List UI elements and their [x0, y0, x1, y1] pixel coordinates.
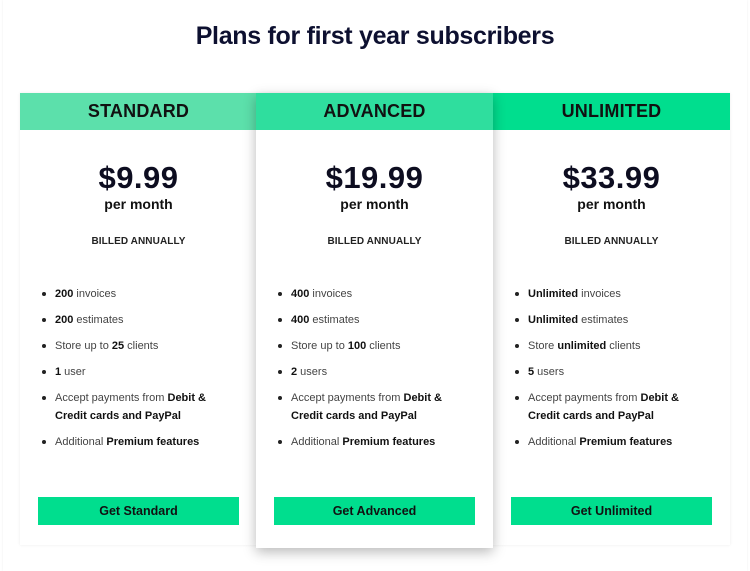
plan-name: ADVANCED: [256, 93, 493, 130]
feature-item: Additional Premium features: [515, 433, 708, 451]
feature-highlight: 400: [291, 288, 310, 300]
feature-highlight: 400: [291, 314, 310, 326]
feature-text: users: [297, 366, 328, 378]
plan-price: $19.99: [325, 160, 424, 195]
feature-text: Accept payments from: [55, 392, 168, 404]
feature-item: Unlimited estimates: [515, 311, 708, 329]
feature-text: users: [534, 366, 565, 378]
feature-list: Unlimited invoices Unlimited estimates Sto…: [493, 285, 708, 451]
feature-highlight: Unlimited: [528, 314, 579, 326]
plan-card-standard: STANDARD $9.99 per month BILLED ANNUALLY…: [20, 93, 257, 545]
feature-item: Store unlimited clients: [515, 337, 708, 355]
plan-period: per month: [104, 196, 173, 212]
feature-item: Store up to 100 clients: [278, 337, 471, 355]
feature-text: estimates: [309, 314, 360, 326]
plan-card-advanced: ADVANCED $19.99 per month BILLED ANNUALL…: [256, 93, 493, 548]
plan-price: $33.99: [562, 160, 661, 195]
feature-item: 200 invoices: [42, 285, 235, 303]
feature-text: clients: [366, 340, 401, 352]
feature-item: 5 users: [515, 363, 708, 381]
pricing-cards: STANDARD $9.99 per month BILLED ANNUALLY…: [20, 93, 730, 548]
feature-text: Store: [528, 340, 558, 352]
feature-highlight: Premium features: [342, 436, 436, 448]
plan-period: per month: [577, 196, 646, 212]
feature-text: Accept payments from: [291, 392, 404, 404]
feature-item: 2 users: [278, 363, 471, 381]
feature-text: Additional: [291, 436, 343, 448]
feature-item: Accept payments from Debit & Credit card…: [278, 389, 471, 425]
feature-text: estimates: [578, 314, 629, 326]
get-advanced-button[interactable]: Get Advanced: [274, 497, 475, 525]
feature-item: Accept payments from Debit & Credit card…: [42, 389, 235, 425]
get-unlimited-button[interactable]: Get Unlimited: [511, 497, 712, 525]
feature-text: user: [61, 366, 86, 378]
feature-highlight: 25: [111, 340, 125, 352]
feature-highlight: Premium features: [579, 436, 673, 448]
feature-item: 400 invoices: [278, 285, 471, 303]
feature-item: Accept payments from Debit & Credit card…: [515, 389, 708, 425]
plan-name: UNLIMITED: [493, 93, 730, 130]
feature-text: clients: [124, 340, 159, 352]
feature-text: Store up to: [291, 340, 348, 352]
feature-item: Additional Premium features: [278, 433, 471, 451]
feature-text: invoices: [309, 288, 353, 300]
billing-note: BILLED ANNUALLY: [327, 236, 422, 247]
feature-text: estimates: [73, 314, 124, 326]
feature-highlight: Unlimited: [528, 288, 579, 300]
feature-item: 400 estimates: [278, 311, 471, 329]
feature-list: 200 invoices 200 estimates Store up to 25 …: [20, 285, 235, 451]
feature-item: Additional Premium features: [42, 433, 235, 451]
feature-item: 200 estimates: [42, 311, 235, 329]
feature-highlight: 100: [347, 340, 367, 352]
feature-text: invoices: [578, 288, 621, 300]
plan-card-unlimited: UNLIMITED $33.99 per month BILLED ANNUAL…: [493, 93, 730, 545]
feature-text: clients: [606, 340, 641, 352]
get-standard-button[interactable]: Get Standard: [38, 497, 239, 525]
billing-note: BILLED ANNUALLY: [91, 236, 186, 247]
feature-text: Additional: [55, 436, 107, 448]
feature-item: Unlimited invoices: [515, 285, 708, 303]
feature-list: 400 invoices 400 estimates Store up to 100…: [256, 285, 471, 451]
plan-price: $9.99: [98, 160, 179, 195]
feature-text: Store up to: [55, 340, 112, 352]
feature-item: Store up to 25 clients: [42, 337, 235, 355]
page-title: Plans for first year subscribers: [195, 22, 555, 50]
billing-note: BILLED ANNUALLY: [564, 236, 659, 247]
feature-text: Accept payments from: [528, 392, 641, 404]
feature-highlight: 200: [55, 288, 74, 300]
feature-highlight: unlimited: [557, 340, 607, 352]
feature-item: 1 user: [42, 363, 235, 381]
feature-text: invoices: [73, 288, 117, 300]
feature-highlight: Premium features: [106, 436, 200, 448]
feature-highlight: 200: [55, 314, 74, 326]
feature-text: Additional: [528, 436, 580, 448]
plan-period: per month: [340, 196, 409, 212]
plan-name: STANDARD: [20, 93, 257, 130]
